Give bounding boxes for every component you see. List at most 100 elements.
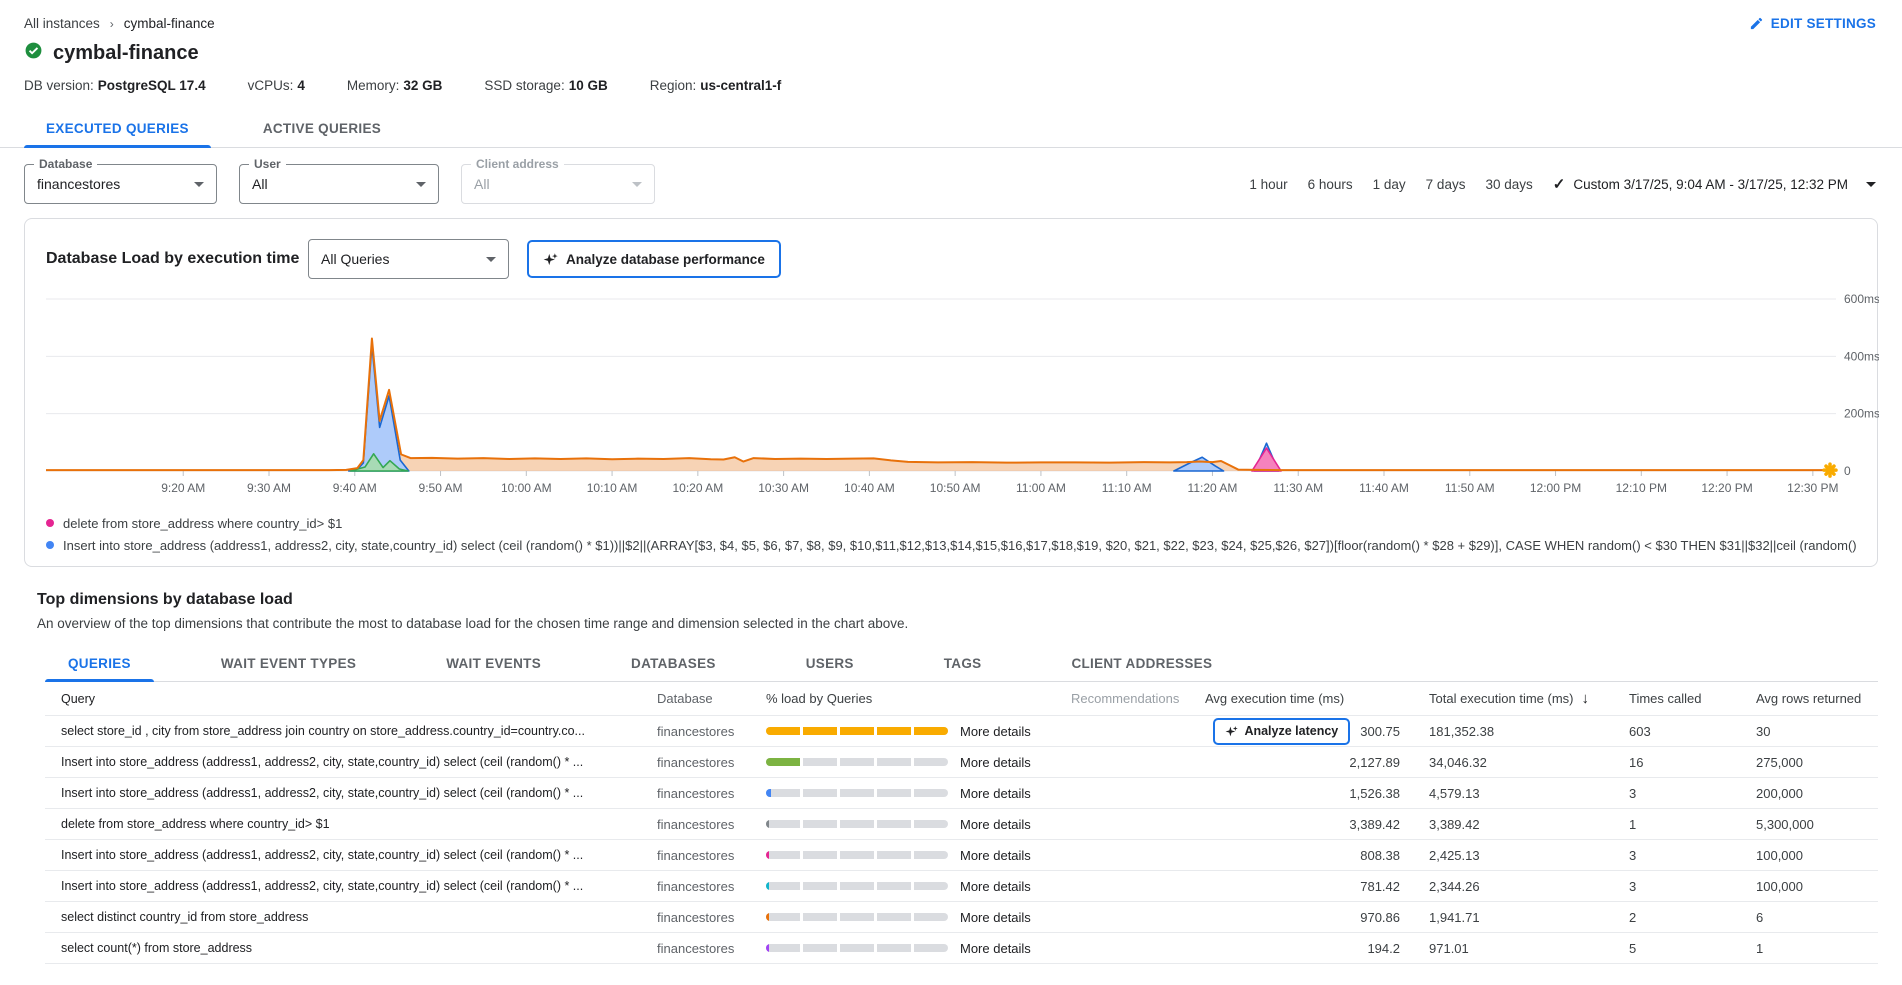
series-total-load-area <box>46 339 1830 471</box>
load-bar <box>766 913 948 921</box>
legend-color-dot <box>46 519 54 527</box>
avg-rows-returned-cell: 6 <box>1745 910 1878 925</box>
avg-execution-time-cell: 194.2 <box>1192 941 1410 956</box>
y-axis-tick-label: 400ms <box>1844 349 1879 363</box>
edit-settings-button[interactable]: EDIT SETTINGS <box>1749 16 1876 31</box>
spark-icon <box>543 252 558 267</box>
x-axis-tick-label: 11:20 AM <box>1188 481 1238 495</box>
legend-color-dot <box>46 541 54 549</box>
client-address-filter-label: Client address <box>471 157 564 171</box>
more-details-link[interactable]: More details <box>960 910 1031 925</box>
load-bar <box>766 882 948 890</box>
more-details-link[interactable]: More details <box>960 941 1031 956</box>
section-title: Top dimensions by database load <box>37 591 1878 609</box>
x-axis-tick-label: 12:00 PM <box>1530 481 1581 495</box>
column-header-avg-execution-time-ms: Avg execution time (ms) <box>1192 691 1410 706</box>
load-bar-fill <box>766 913 769 921</box>
x-axis-tick-label: 11:10 AM <box>1102 481 1152 495</box>
instance-meta-row: DB version:PostgreSQL 17.4vCPUs:4Memory:… <box>0 65 1902 93</box>
breadcrumb-all-instances[interactable]: All instances <box>24 16 100 31</box>
dim-tab-tags[interactable]: TAGS <box>921 645 1005 681</box>
table-row: Insert into store_address (address1, add… <box>45 840 1878 871</box>
total-execution-time-cell: 181,352.38 <box>1410 724 1620 739</box>
more-details-link[interactable]: More details <box>960 879 1031 894</box>
meta-value: us-central1-f <box>700 78 781 93</box>
table-header-row: QueryDatabase% load by QueriesRecommenda… <box>45 682 1878 716</box>
column-header-label: Avg execution time (ms) <box>1205 691 1344 706</box>
tab-active-queries[interactable]: ACTIVE QUERIES <box>241 109 403 147</box>
meta-value: 32 GB <box>403 78 442 93</box>
load-bar-fill <box>766 789 771 797</box>
times-called-cell: 3 <box>1620 848 1745 863</box>
load-bar-fill <box>766 758 800 766</box>
analyze-latency-button[interactable]: Analyze latency <box>1213 718 1350 745</box>
times-called-cell: 5 <box>1620 941 1745 956</box>
query-cell: Insert into store_address (address1, add… <box>45 755 657 769</box>
chevron-down-icon <box>416 182 426 187</box>
time-range-1-day[interactable]: 1 day <box>1373 177 1406 192</box>
avg-rows-returned-cell: 5,300,000 <box>1745 817 1878 832</box>
user-filter-label: User <box>249 157 286 171</box>
dim-tab-wait-events[interactable]: WAIT EVENTS <box>423 645 564 681</box>
avg-execution-time-value: 194.2 <box>1367 941 1400 956</box>
database-filter-select[interactable]: Database financestores <box>24 164 217 204</box>
avg-execution-time-value: 300.75 <box>1360 724 1400 739</box>
query-cell: select count(*) from store_address <box>45 941 657 955</box>
column-header-database: Database <box>657 691 766 706</box>
x-axis-tick-label: 10:50 AM <box>930 481 981 495</box>
custom-time-range[interactable]: ✓ Custom 3/17/25, 9:04 AM - 3/17/25, 12:… <box>1553 175 1876 193</box>
time-range-1-hour[interactable]: 1 hour <box>1249 177 1287 192</box>
x-axis-tick-label: 9:40 AM <box>333 481 377 495</box>
x-axis-tick-label: 10:20 AM <box>672 481 723 495</box>
column-header-label: Times called <box>1629 691 1701 706</box>
x-axis-tick-label: 10:40 AM <box>844 481 895 495</box>
load-bar <box>766 944 948 952</box>
database-filter-label: Database <box>34 157 97 171</box>
load-cell: More details <box>766 786 1056 801</box>
total-execution-time-cell: 2,344.26 <box>1410 879 1620 894</box>
latest-point-marker <box>1824 464 1836 476</box>
queries-table: QueryDatabase% load by QueriesRecommenda… <box>45 682 1878 964</box>
load-chart[interactable]: 0200ms400ms600ms9:20 AM9:30 AM9:40 AM9:5… <box>46 291 1856 508</box>
sort-descending-icon[interactable]: ↓ <box>1582 690 1590 707</box>
query-dimension-select[interactable]: All Queries <box>308 239 509 279</box>
spark-icon <box>1225 725 1238 738</box>
table-row: delete from store_address where country_… <box>45 809 1878 840</box>
load-cell: More details <box>766 848 1056 863</box>
legend-label: Insert into store_address (address1, add… <box>63 538 1856 553</box>
dim-tab-users[interactable]: USERS <box>783 645 877 681</box>
top-dimensions-section: Top dimensions by database load An overv… <box>37 591 1878 964</box>
tab-executed-queries[interactable]: EXECUTED QUERIES <box>24 109 211 147</box>
more-details-link[interactable]: More details <box>960 848 1031 863</box>
x-axis-tick-label: 12:20 PM <box>1701 481 1752 495</box>
more-details-link[interactable]: More details <box>960 724 1031 739</box>
time-range-6-hours[interactable]: 6 hours <box>1308 177 1353 192</box>
avg-execution-time-cell: 781.42 <box>1192 879 1410 894</box>
more-details-link[interactable]: More details <box>960 786 1031 801</box>
avg-execution-time-cell: 2,127.89 <box>1192 755 1410 770</box>
analyze-database-performance-button[interactable]: Analyze database performance <box>527 240 781 278</box>
column-header-label: Recommendations <box>1071 691 1179 706</box>
load-bar <box>766 727 948 735</box>
dim-tab-client-addresses[interactable]: CLIENT ADDRESSES <box>1048 645 1235 681</box>
times-called-cell: 3 <box>1620 879 1745 894</box>
database-cell: financestores <box>657 817 766 832</box>
times-called-cell: 16 <box>1620 755 1745 770</box>
database-cell: financestores <box>657 910 766 925</box>
meta-region: Region:us-central1-f <box>650 78 782 93</box>
more-details-link[interactable]: More details <box>960 817 1031 832</box>
query-cell: select distinct country_id from store_ad… <box>45 910 657 924</box>
x-axis-tick-label: 9:20 AM <box>161 481 205 495</box>
load-cell: More details <box>766 817 1056 832</box>
chevron-down-icon <box>194 182 204 187</box>
time-range-7-days[interactable]: 7 days <box>1426 177 1466 192</box>
dim-tab-wait-event-types[interactable]: WAIT EVENT TYPES <box>198 645 379 681</box>
column-header-total-execution-time-ms[interactable]: Total execution time (ms) ↓ <box>1410 690 1620 707</box>
user-filter-select[interactable]: User All <box>239 164 439 204</box>
dim-tab-databases[interactable]: DATABASES <box>608 645 739 681</box>
query-cell: Insert into store_address (address1, add… <box>45 786 657 800</box>
more-details-link[interactable]: More details <box>960 755 1031 770</box>
chart-header: Database Load by execution time All Quer… <box>46 239 1856 279</box>
time-range-30-days[interactable]: 30 days <box>1485 177 1532 192</box>
dim-tab-queries[interactable]: QUERIES <box>45 645 154 681</box>
